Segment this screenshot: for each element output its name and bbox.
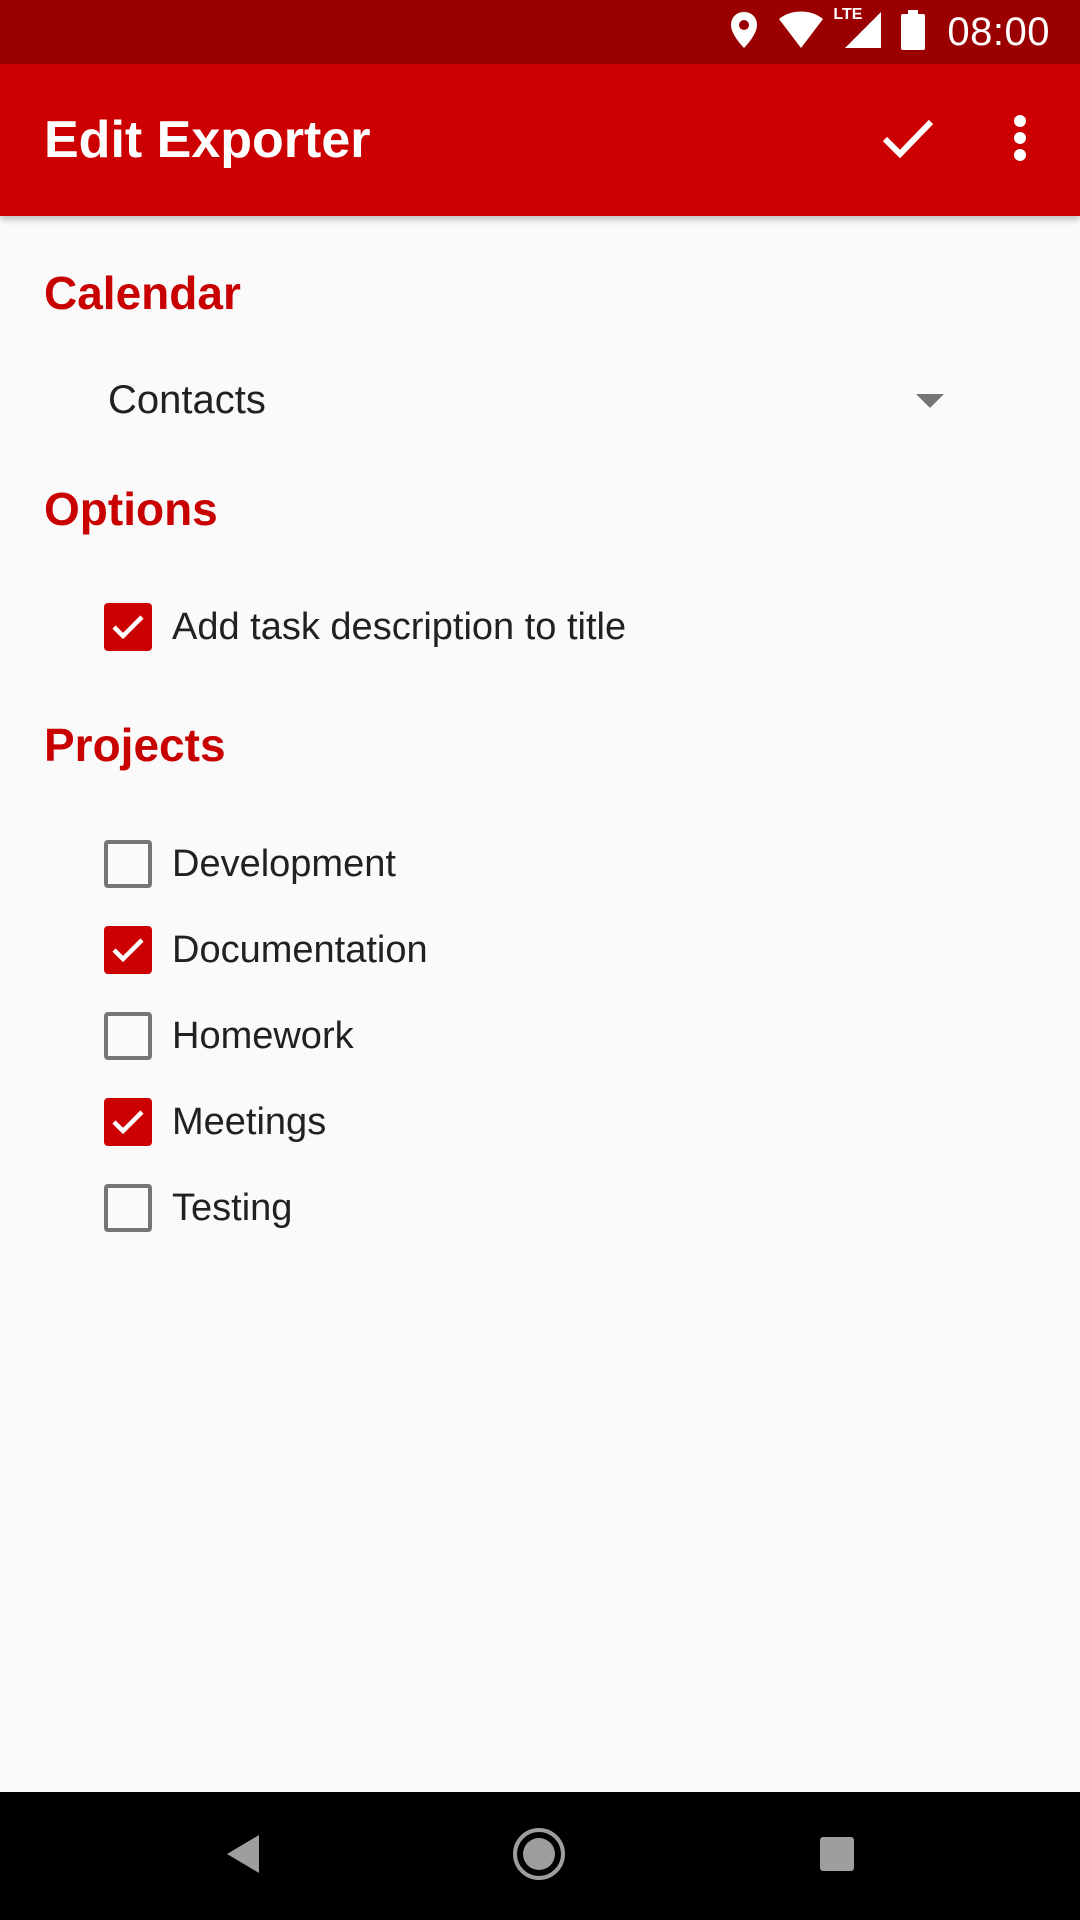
project-label: Meetings: [172, 1100, 327, 1143]
spinner-value: Contacts: [108, 378, 266, 422]
project-row[interactable]: Development: [104, 834, 396, 894]
status-icons: LTE 08:00: [711, 0, 1050, 64]
back-button[interactable]: [183, 1792, 303, 1920]
check-icon: [112, 938, 144, 963]
project-row[interactable]: Documentation: [104, 920, 428, 980]
battery-icon: [901, 9, 926, 55]
back-icon: [223, 1832, 263, 1881]
checkbox[interactable]: [104, 1098, 152, 1146]
checkbox[interactable]: [104, 1184, 152, 1232]
lte-signal-icon: LTE: [833, 6, 883, 55]
page-title: Edit Exporter: [44, 111, 371, 169]
status-bar: LTE 08:00: [0, 0, 1080, 64]
checkbox[interactable]: [104, 603, 152, 651]
check-icon: [882, 118, 934, 163]
checkbox[interactable]: [104, 926, 152, 974]
save-button[interactable]: [860, 64, 956, 216]
recents-icon: [819, 1836, 855, 1877]
overflow-menu-button[interactable]: [972, 64, 1068, 216]
calendar-spinner[interactable]: Contacts: [44, 362, 964, 438]
project-row[interactable]: Meetings: [104, 1092, 326, 1152]
project-row[interactable]: Testing: [104, 1178, 292, 1238]
checkbox[interactable]: [104, 1012, 152, 1060]
project-label: Homework: [172, 1014, 354, 1057]
project-label: Documentation: [172, 928, 428, 971]
check-icon: [112, 615, 144, 640]
home-icon: [512, 1827, 566, 1886]
navigation-bar: [0, 1792, 1080, 1920]
option-label: Add task description to title: [172, 605, 627, 648]
projects-section-header: Projects: [44, 719, 226, 771]
options-section-header: Options: [44, 483, 218, 535]
project-label: Testing: [172, 1186, 293, 1229]
recents-button[interactable]: [777, 1792, 897, 1920]
lte-label: LTE: [833, 5, 863, 23]
status-time: 08:00: [947, 9, 1050, 54]
dropdown-arrow-icon: [916, 394, 944, 408]
project-row[interactable]: Homework: [104, 1006, 354, 1066]
location-icon: [729, 10, 759, 55]
wifi-icon: [777, 10, 825, 55]
checkbox[interactable]: [104, 840, 152, 888]
app-bar: Edit Exporter: [0, 64, 1080, 216]
more-vert-icon: [1013, 114, 1027, 166]
option-row[interactable]: Add task description to title: [104, 597, 626, 657]
home-button[interactable]: [479, 1792, 599, 1920]
check-icon: [112, 1110, 144, 1135]
project-label: Development: [172, 842, 396, 885]
calendar-section-header: Calendar: [44, 267, 241, 319]
